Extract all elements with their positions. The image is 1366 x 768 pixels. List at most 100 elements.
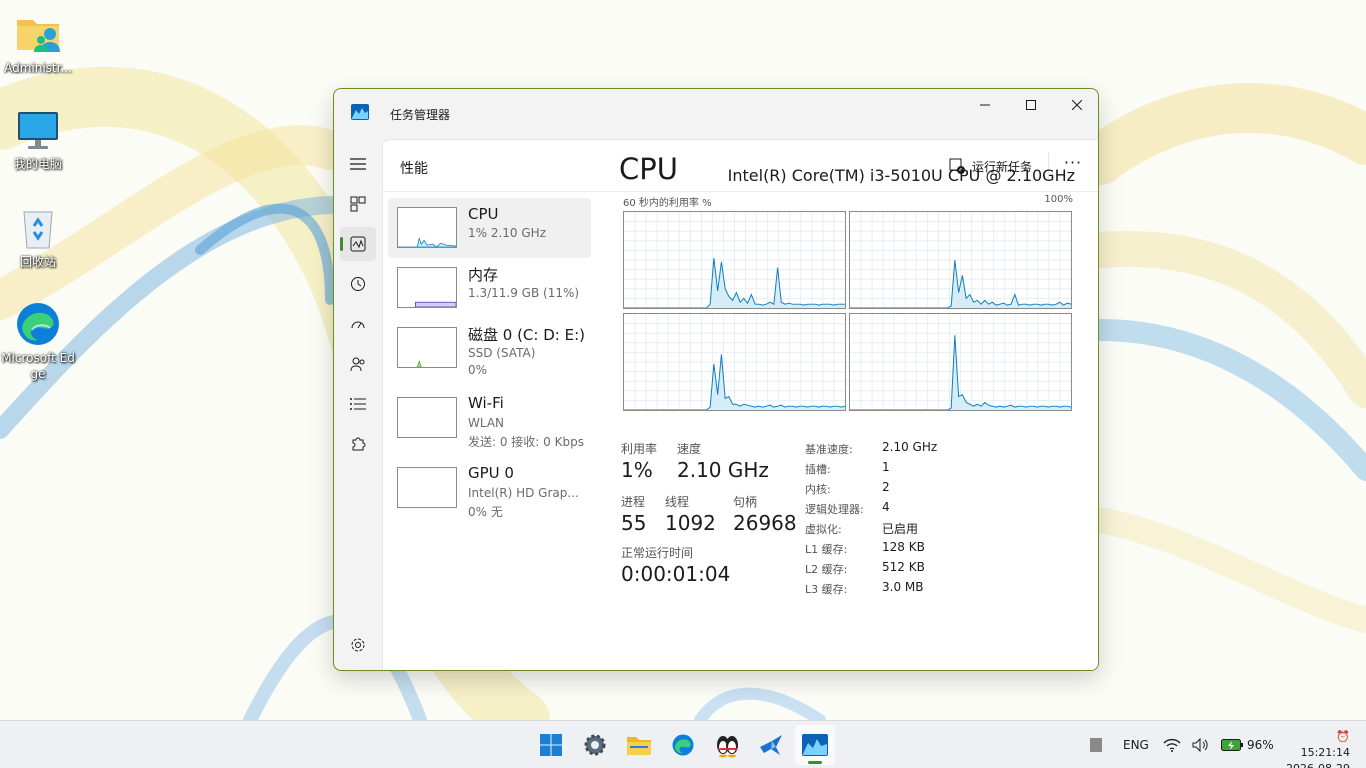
spec-value: 3.0 MB [882, 580, 924, 594]
nav-app-history[interactable] [340, 267, 376, 301]
device-sub: 1.3/11.9 GB (11%) [468, 286, 580, 300]
windows-start-icon [540, 734, 562, 756]
nav-settings[interactable] [340, 628, 376, 662]
taskbar-edge[interactable] [663, 725, 703, 765]
close-button[interactable] [1054, 89, 1098, 121]
desktop-icon-administrator[interactable]: Administr... [0, 10, 76, 76]
device-sub: 1% 2.10 GHz [468, 226, 547, 240]
wifi-status[interactable] [1163, 721, 1181, 768]
start-button[interactable] [531, 725, 571, 765]
clock-time: 15:21:14 [1300, 746, 1350, 759]
bird-icon [760, 735, 782, 755]
nav-services[interactable] [340, 427, 376, 461]
desktop-icon-my-computer[interactable]: 我的电脑 [0, 106, 76, 172]
history-icon [351, 277, 365, 291]
spec-value: 1 [882, 460, 890, 474]
cpu-model: Intel(R) Core(TM) i3-5010U CPU @ 2.10GHz [727, 166, 1075, 185]
cpu-thumbnail-graph [397, 207, 457, 248]
taskbar-qq[interactable] [707, 725, 747, 765]
threads-value: 1092 [665, 511, 716, 535]
penguin-icon [717, 736, 738, 758]
spec-label: L3 缓存: [805, 583, 848, 596]
desktop-icon-edge[interactable]: Microsoft Edge [0, 300, 76, 382]
nav-processes[interactable] [340, 187, 376, 221]
taskbar-file-explorer[interactable] [619, 725, 659, 765]
clock-time-row: ⏰ 15:21:14 [1284, 729, 1350, 761]
nav-menu-button[interactable] [340, 147, 376, 181]
processes-value: 55 [621, 511, 647, 535]
task-manager-icon [802, 734, 828, 756]
users-icon [350, 357, 365, 372]
device-sub: Intel(R) HD Grap... [468, 486, 579, 500]
memory-thumbnail-graph [397, 267, 457, 308]
graph-caption: 60 秒内的利用率 % [623, 198, 712, 209]
device-name: 磁盘 0 (C: D: E:) [468, 326, 585, 344]
input-language[interactable]: ENG [1123, 721, 1149, 768]
volume-status[interactable] [1192, 721, 1210, 768]
taskbar-settings[interactable] [575, 725, 615, 765]
nav-users[interactable] [340, 347, 376, 381]
maximize-button[interactable] [1008, 89, 1054, 121]
services-puzzle-icon [352, 437, 366, 451]
performance-icon [350, 236, 366, 252]
detail-title: CPU [619, 152, 678, 186]
desktop-icon-recycle-bin[interactable]: 回收站 [0, 204, 76, 270]
device-item-disk[interactable]: 磁盘 0 (C: D: E:) SSD (SATA) 0% [388, 318, 591, 378]
desktop-icon-label: 回收站 [19, 255, 56, 269]
graph-max-label: 100% [1044, 194, 1073, 205]
nav-rail [334, 139, 382, 670]
taskbar-feishu[interactable] [751, 725, 791, 765]
device-item-gpu[interactable]: GPU 0 Intel(R) HD Grap... 0% 无 [388, 458, 591, 519]
nav-performance[interactable] [340, 227, 376, 261]
minimize-button[interactable] [962, 89, 1008, 121]
computer-icon [18, 112, 58, 149]
clock[interactable]: ⏰ 15:21:14 2026-08-29 [1284, 729, 1350, 768]
notification-icon-tray[interactable] [1090, 721, 1102, 768]
device-sub: SSD (SATA) [468, 346, 536, 360]
edge-icon [672, 734, 694, 756]
hamburger-icon [350, 158, 366, 170]
wifi-icon [1163, 738, 1181, 752]
device-item-memory[interactable]: 内存 1.3/11.9 GB (11%) [388, 258, 591, 318]
device-sub-2: 0% 无 [468, 505, 503, 519]
user-folder-icon [17, 20, 60, 52]
processes-label: 进程 [621, 495, 646, 509]
nav-details[interactable] [340, 387, 376, 421]
task-manager-window: 任务管理器 性能 运行新任务 ··· CPU 1% 2.10 GHz 内存 1.… [333, 88, 1099, 671]
spec-label: L1 缓存: [805, 543, 848, 556]
alarm-icon: ⏰ [1336, 730, 1350, 743]
minimize-icon [980, 104, 990, 106]
threads-label: 线程 [665, 495, 690, 509]
nav-startup-apps[interactable] [340, 307, 376, 341]
wifi-thumbnail-graph [397, 397, 457, 438]
handles-label: 句柄 [733, 495, 758, 509]
speed-label: 速度 [677, 442, 702, 456]
battery-status[interactable]: 96% [1221, 721, 1274, 768]
taskbar: ENG 96% ⏰ 15:21:14 2026-08-29 [0, 720, 1366, 768]
uptime-label: 正常运行时间 [621, 546, 694, 560]
spec-label: 逻辑处理器: [805, 503, 864, 516]
taskbar-task-manager[interactable] [795, 725, 835, 765]
title-bar[interactable]: 任务管理器 [334, 89, 1098, 139]
close-icon [1072, 100, 1082, 110]
maximize-icon [1026, 100, 1036, 110]
device-name: Wi-Fi [468, 394, 504, 412]
device-sub-2: 0% [468, 363, 488, 377]
handles-value: 26968 [733, 511, 797, 535]
spec-label: L2 缓存: [805, 563, 848, 576]
edge-icon [17, 303, 59, 345]
spec-value: 128 KB [882, 540, 925, 554]
desktop-icon-label: Administr... [4, 61, 72, 75]
device-name: GPU 0 [468, 464, 514, 482]
spec-value: 2 [882, 480, 890, 494]
core-graph-1 [849, 211, 1072, 309]
speedometer-icon [351, 321, 365, 329]
battery-percent: 96% [1247, 738, 1274, 752]
note-icon [1090, 738, 1102, 752]
device-item-cpu[interactable]: CPU 1% 2.10 GHz [388, 198, 591, 258]
device-item-wifi[interactable]: Wi-Fi WLAN 发送: 0 接收: 0 Kbps [388, 388, 591, 449]
utilization-label: 利用率 [621, 442, 658, 456]
content-pane: 性能 运行新任务 ··· CPU 1% 2.10 GHz 内存 1.3/11.9… [382, 139, 1098, 670]
settings-gear-icon [584, 734, 606, 756]
processes-icon [350, 196, 366, 212]
